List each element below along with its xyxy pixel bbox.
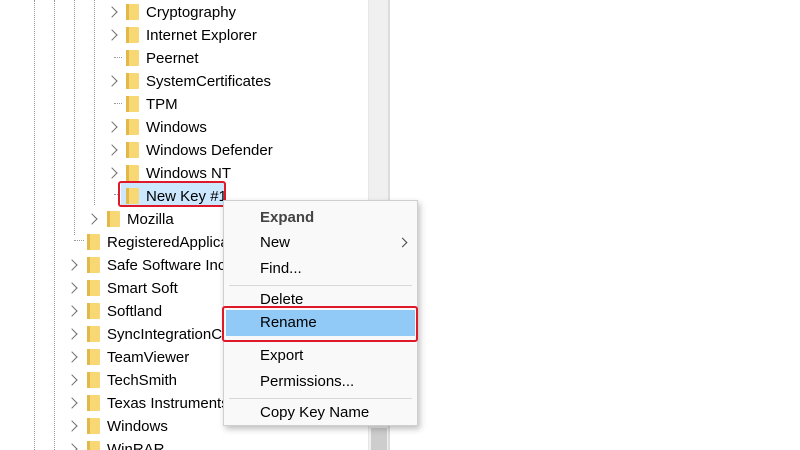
tree-node-label: Mozilla xyxy=(127,211,174,228)
menu-item-new[interactable]: New xyxy=(224,231,417,255)
tree-node-label: Windows xyxy=(107,418,168,435)
folder-icon xyxy=(126,96,139,112)
chevron-right-icon[interactable] xyxy=(66,443,78,450)
folder-icon xyxy=(87,372,100,388)
folder-icon xyxy=(87,441,100,450)
folder-icon xyxy=(126,165,139,181)
chevron-right-icon[interactable] xyxy=(106,144,118,156)
chevron-right-icon[interactable] xyxy=(106,29,118,41)
tree-node-label: Texas Instruments xyxy=(107,395,229,412)
tree-node-label: SystemCertificates xyxy=(146,73,272,90)
chevron-right-icon[interactable] xyxy=(106,121,118,133)
tree-node-label: Peernet xyxy=(146,50,199,67)
chevron-right-icon[interactable] xyxy=(66,374,78,386)
tree-node-label: WinRAR xyxy=(107,441,165,450)
scrollbar-thumb[interactable] xyxy=(371,428,387,450)
folder-icon xyxy=(87,234,100,250)
tree-node-label: Safe Software Inc. xyxy=(107,257,230,274)
folder-icon xyxy=(126,27,139,43)
tree-node[interactable]: Peernet xyxy=(0,47,368,70)
folder-icon xyxy=(126,119,139,135)
chevron-right-icon[interactable] xyxy=(66,420,78,432)
chevron-right-icon xyxy=(397,237,408,248)
menu-item-expand[interactable]: Expand xyxy=(224,206,417,230)
tree-node-label: Windows xyxy=(146,119,207,136)
folder-icon xyxy=(87,395,100,411)
menu-item-copy-key-name-label: Copy Key Name xyxy=(260,404,370,421)
menu-item-export-label: Export xyxy=(260,347,304,364)
menu-item-export[interactable]: Export xyxy=(224,344,417,368)
folder-icon xyxy=(87,418,100,434)
tree-node-label: TPM xyxy=(146,96,178,113)
annotation-outline-rename xyxy=(222,306,418,342)
menu-item-new-label: New xyxy=(260,234,291,251)
tree-node-label: Internet Explorer xyxy=(146,27,257,44)
chevron-right-icon[interactable] xyxy=(106,75,118,87)
chevron-right-icon[interactable] xyxy=(66,397,78,409)
tree-node[interactable]: Windows xyxy=(0,116,368,139)
tree-node-label: TeamViewer xyxy=(107,349,190,366)
folder-icon xyxy=(126,4,139,20)
chevron-right-icon[interactable] xyxy=(66,259,78,271)
menu-item-find-label: Find... xyxy=(260,260,302,277)
menu-separator xyxy=(229,398,412,399)
folder-icon xyxy=(87,303,100,319)
chevron-right-icon[interactable] xyxy=(106,6,118,18)
chevron-right-icon[interactable] xyxy=(66,305,78,317)
chevron-right-icon[interactable] xyxy=(106,167,118,179)
folder-icon xyxy=(87,257,100,273)
folder-icon xyxy=(87,280,100,296)
chevron-right-icon[interactable] xyxy=(66,282,78,294)
tree-node-label: Smart Soft xyxy=(107,280,178,297)
tree-node[interactable]: SystemCertificates xyxy=(0,70,368,93)
annotation-outline-selected-key xyxy=(118,181,226,207)
chevron-right-icon[interactable] xyxy=(86,213,98,225)
folder-icon xyxy=(87,349,100,365)
chevron-right-icon[interactable] xyxy=(66,351,78,363)
menu-item-expand-label: Expand xyxy=(260,209,315,226)
tree-node[interactable]: Cryptography xyxy=(0,1,368,24)
menu-item-find[interactable]: Find... xyxy=(224,257,417,281)
chevron-right-icon[interactable] xyxy=(66,328,78,340)
tree-node[interactable]: WinRAR xyxy=(0,438,368,450)
tree-node[interactable]: Windows Defender xyxy=(0,139,368,162)
menu-item-copy-key-name[interactable]: Copy Key Name xyxy=(224,401,417,425)
folder-icon xyxy=(126,142,139,158)
tree-node-label: Windows Defender xyxy=(146,142,273,159)
tree-node-label: RegisteredApplica xyxy=(107,234,229,251)
tree-node-label: TechSmith xyxy=(107,372,178,389)
tree-node[interactable]: TPM xyxy=(0,93,368,116)
folder-icon xyxy=(126,73,139,89)
tree-node-label: Softland xyxy=(107,303,163,320)
folder-icon xyxy=(87,326,100,342)
folder-icon xyxy=(107,211,120,227)
folder-icon xyxy=(126,50,139,66)
values-pane[interactable] xyxy=(390,0,800,450)
tree-node-label: Cryptography xyxy=(146,4,237,21)
menu-item-permissions[interactable]: Permissions... xyxy=(224,370,417,394)
menu-item-permissions-label: Permissions... xyxy=(260,373,355,390)
menu-separator xyxy=(229,285,412,286)
tree-node[interactable]: Internet Explorer xyxy=(0,24,368,47)
tree-node-label: SyncIntegrationCli xyxy=(107,326,229,343)
